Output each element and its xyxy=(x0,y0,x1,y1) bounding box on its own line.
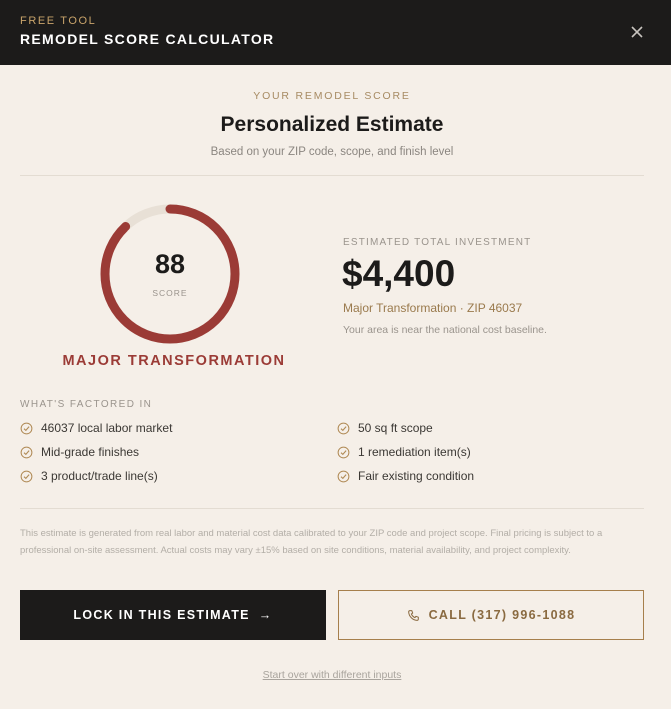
factor-label: 1 remediation item(s) xyxy=(358,445,471,459)
check-circle-icon xyxy=(20,470,33,482)
disclaimer-text: This estimate is generated from real lab… xyxy=(20,528,603,556)
modal-header: FREE TOOL REMODEL SCORE CALCULATOR xyxy=(0,0,671,65)
check-circle-icon xyxy=(337,446,350,458)
factor-item: 50 sq ft scope xyxy=(337,420,433,436)
header-kicker: FREE TOOL xyxy=(20,15,97,27)
score-tier: MAJOR TRANSFORMATION xyxy=(62,353,286,369)
factor-item: Fair existing condition xyxy=(337,468,474,484)
factor-label: 50 sq ft scope xyxy=(358,421,433,435)
check-circle-icon xyxy=(20,446,33,458)
phone-icon xyxy=(407,609,419,621)
check-circle-icon xyxy=(337,470,350,482)
factor-label: Fair existing condition xyxy=(358,469,475,483)
investment-note: Your area is near the national cost base… xyxy=(343,324,547,336)
result-panel: YOUR REMODEL SCORE Personalized Estimate… xyxy=(20,65,644,709)
investment-label: ESTIMATED TOTAL INVESTMENT xyxy=(343,237,532,248)
divider xyxy=(20,508,644,509)
call-button-label: CALL (317) 996-1088 xyxy=(428,608,576,622)
score-eyebrow: YOUR REMODEL SCORE xyxy=(253,90,411,102)
call-button[interactable]: CALL (317) 996-1088 xyxy=(338,590,644,640)
factor-label: 46037 local labor market xyxy=(41,421,173,435)
header-title: REMODEL SCORE CALCULATOR xyxy=(20,31,275,47)
factor-item: 1 remediation item(s) xyxy=(337,444,471,460)
investment-amount: $4,400 xyxy=(342,253,456,294)
factor-label: 3 product/trade line(s) xyxy=(41,469,158,483)
factor-item: Mid-grade finishes xyxy=(20,444,139,460)
score-label: SCORE xyxy=(152,288,188,298)
close-icon[interactable] xyxy=(627,22,647,42)
factor-label: Mid-grade finishes xyxy=(41,445,140,459)
factor-item: 46037 local labor market xyxy=(20,420,172,436)
score-value: 88 xyxy=(154,249,186,279)
factor-item: 3 product/trade line(s) xyxy=(20,468,158,484)
page-title: Personalized Estimate xyxy=(220,113,444,136)
lock-in-estimate-label: LOCK IN THIS ESTIMATE xyxy=(73,608,250,622)
lock-in-estimate-button[interactable]: LOCK IN THIS ESTIMATE → xyxy=(20,590,326,640)
arrow-right-icon: → xyxy=(258,608,273,622)
investment-detail: Major Transformation · ZIP 46037 xyxy=(343,301,523,315)
divider xyxy=(20,175,644,176)
page-subtitle: Based on your ZIP code, scope, and finis… xyxy=(210,146,454,158)
factors-label: WHAT'S FACTORED IN xyxy=(20,399,153,410)
check-circle-icon xyxy=(337,422,350,434)
score-gauge: 88 SCORE xyxy=(98,202,242,346)
check-circle-icon xyxy=(20,422,33,434)
start-over-link[interactable]: Start over with different inputs xyxy=(20,669,644,681)
